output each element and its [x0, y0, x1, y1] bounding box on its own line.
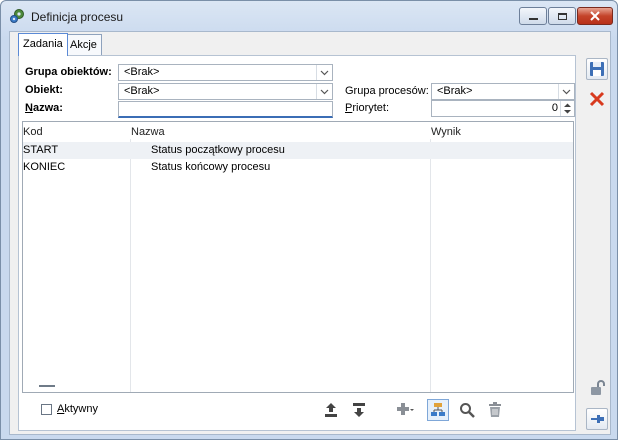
structure-button[interactable]	[427, 399, 449, 421]
column-header-wynik[interactable]: Wynik	[431, 126, 461, 138]
gears-icon	[9, 8, 25, 24]
maximize-button[interactable]	[548, 7, 576, 25]
structure-icon	[431, 403, 445, 416]
chevron-down-icon	[316, 84, 332, 99]
nazwa-input[interactable]	[118, 101, 333, 118]
window-title: Definicja procesu	[31, 10, 124, 24]
export-icon	[325, 403, 337, 417]
aktywny-label: Aktywny	[57, 403, 98, 415]
column-header-kod[interactable]: Kod	[23, 126, 43, 138]
tasks-panel: Grupa obiektów: <Brak> Obiekt: <Brak> Gr…	[18, 55, 576, 431]
window-body: Zadania Akcje Grupa obiektów: <Brak> Obi…	[9, 31, 611, 435]
table-row[interactable]: START Status początkowy procesu	[23, 142, 573, 159]
minimize-icon	[528, 17, 538, 20]
aktywny-checkbox[interactable]	[41, 404, 52, 415]
grupa-procesow-label: Grupa procesów:	[345, 85, 429, 97]
lock-button[interactable]	[587, 378, 607, 398]
unlock-icon	[591, 380, 605, 395]
minimize-button[interactable]	[519, 7, 547, 25]
floppy-icon	[590, 62, 604, 76]
column-divider	[430, 139, 431, 392]
tab-akcje[interactable]: Akcje	[65, 34, 102, 56]
pin-icon	[591, 415, 604, 423]
cell-nazwa: Status końcowy procesu	[151, 161, 271, 173]
process-definition-window: Definicja procesu Zadania Akcje Grupa ob…	[0, 0, 618, 440]
magnifier-icon	[460, 403, 475, 418]
cancel-button[interactable]	[587, 89, 607, 109]
priorytet-label: Priorytet:	[345, 102, 390, 114]
save-button[interactable]	[586, 58, 608, 80]
obiekt-select[interactable]: <Brak>	[118, 83, 333, 100]
cancel-x-icon	[589, 91, 605, 107]
table-row[interactable]: KONIEC Status końcowy procesu	[23, 159, 573, 176]
cell-kod: KONIEC	[23, 161, 66, 173]
resize-handle[interactable]	[39, 385, 55, 387]
priorytet-value: 0	[551, 102, 558, 114]
cell-kod: START	[23, 144, 59, 156]
tab-label: Akcje	[70, 39, 97, 51]
selected-value: <Brak>	[124, 85, 160, 97]
grupa-obiektow-label: Grupa obiektów:	[25, 66, 112, 78]
tab-zadania[interactable]: Zadania	[18, 33, 68, 56]
add-button[interactable]	[391, 400, 419, 420]
priorytet-stepper[interactable]: 0	[431, 100, 575, 117]
chevron-down-icon	[316, 65, 332, 80]
grupa-obiektow-select[interactable]: <Brak>	[118, 64, 333, 81]
export-button[interactable]	[321, 400, 341, 420]
close-button[interactable]	[577, 7, 613, 25]
close-icon	[590, 11, 600, 21]
import-icon	[353, 403, 365, 417]
tab-label: Zadania	[23, 38, 63, 50]
column-header-nazwa[interactable]: Nazwa	[131, 126, 165, 138]
cell-nazwa: Status początkowy procesu	[151, 144, 285, 156]
nazwa-label: Nazwa:	[25, 102, 63, 114]
selected-value: <Brak>	[124, 66, 160, 78]
selected-value: <Brak>	[437, 85, 473, 97]
import-button[interactable]	[349, 400, 369, 420]
spin-arrows-icon[interactable]	[560, 101, 574, 116]
column-divider	[130, 139, 131, 392]
delete-button[interactable]	[485, 400, 505, 420]
maximize-icon	[557, 12, 567, 20]
trash-icon	[489, 402, 501, 417]
tasks-grid[interactable]: Kod Nazwa Wynik START Status początkowy …	[22, 121, 574, 393]
chevron-down-icon	[558, 84, 574, 99]
obiekt-label: Obiekt:	[25, 84, 63, 96]
grupa-procesow-select[interactable]: <Brak>	[431, 83, 575, 100]
pin-button[interactable]	[586, 408, 608, 430]
title-bar: Definicja procesu	[1, 1, 617, 31]
search-button[interactable]	[457, 400, 477, 420]
plus-icon	[397, 403, 414, 415]
